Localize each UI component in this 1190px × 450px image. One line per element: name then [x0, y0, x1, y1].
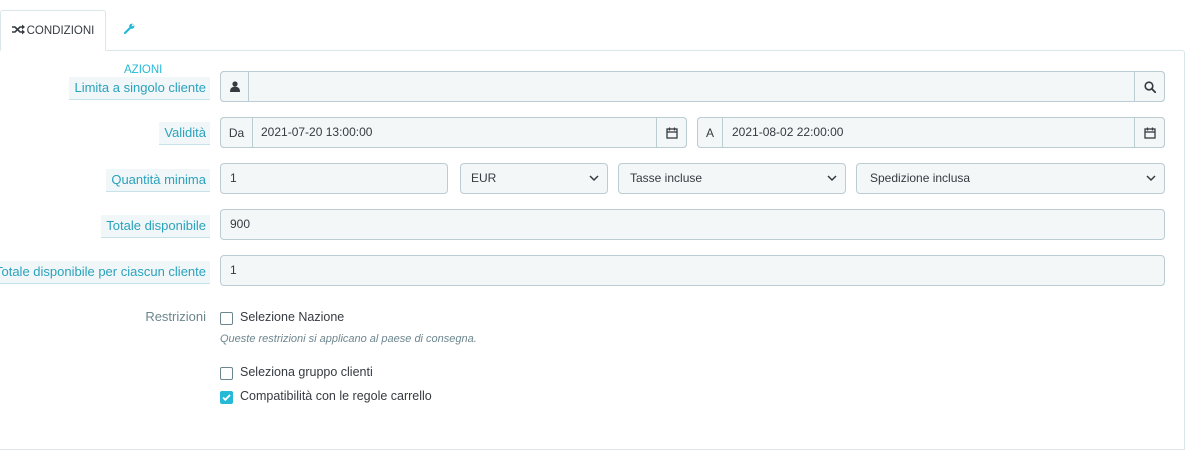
chevron-down-icon — [589, 175, 599, 182]
customer-search-group — [220, 71, 1165, 102]
total-available-label: Totale disponibile — [101, 215, 210, 238]
total-available-input[interactable]: 900 — [220, 209, 1165, 240]
date-to-field[interactable]: A 2021-08-02 22:00:00 — [697, 117, 1165, 148]
search-button[interactable] — [1134, 71, 1165, 102]
total-available-value: 900 — [230, 217, 251, 231]
customer-search-input[interactable] — [251, 72, 1143, 101]
shipping-select[interactable]: Spedizione inclusa — [856, 163, 1165, 194]
single-customer-label: Limita a singolo cliente — [69, 77, 210, 100]
date-to-value: 2021-08-02 22:00:00 — [732, 125, 844, 139]
min-amount-label: Quantità minima — [106, 169, 210, 192]
per-customer-input[interactable]: 1 — [220, 255, 1165, 286]
country-restriction-checkbox[interactable] — [220, 312, 233, 325]
user-icon — [220, 71, 249, 102]
checkmark-icon — [222, 394, 231, 402]
country-restriction-hint: Queste restrizioni si applicano al paese… — [220, 333, 477, 345]
currency-select[interactable]: EUR — [460, 163, 608, 194]
date-to-prefix: A — [697, 117, 723, 148]
tax-select[interactable]: Tasse incluse — [618, 163, 846, 194]
currency-value: EUR — [471, 171, 497, 185]
search-icon — [1143, 80, 1156, 93]
cart-rule-compat-checkbox[interactable] — [220, 391, 233, 404]
validity-label: Validità — [159, 122, 210, 145]
restrictions-label: Restrizioni — [145, 309, 206, 324]
shuffle-icon — [11, 24, 25, 35]
date-from-prefix: Da — [220, 117, 253, 148]
wrench-icon — [123, 24, 135, 35]
per-customer-label: Totale disponibile per ciascun cliente — [0, 261, 210, 284]
date-from-field[interactable]: Da 2021-07-20 13:00:00 — [220, 117, 687, 148]
date-from-value: 2021-07-20 13:00:00 — [261, 125, 373, 139]
tab-conditions-label: CONDIZIONI — [26, 25, 95, 37]
conditions-panel — [0, 50, 1185, 450]
per-customer-value: 1 — [230, 263, 237, 277]
chevron-down-icon — [1146, 175, 1156, 182]
min-amount-value: 1 — [230, 171, 237, 185]
cart-rule-compat-label[interactable]: Compatibilità con le regole carrello — [240, 389, 432, 403]
chevron-down-icon — [827, 175, 837, 182]
customer-group-label[interactable]: Seleziona gruppo clienti — [240, 365, 373, 379]
customer-group-checkbox[interactable] — [220, 367, 233, 380]
tab-actions[interactable]: AZIONI — [123, 10, 162, 76]
tax-value: Tasse incluse — [630, 171, 703, 185]
tab-conditions[interactable]: CONDIZIONI — [0, 10, 106, 51]
country-restriction-label[interactable]: Selezione Nazione — [240, 310, 344, 324]
shipping-value: Spedizione inclusa — [870, 171, 971, 185]
calendar-icon[interactable] — [1134, 117, 1165, 148]
calendar-icon[interactable] — [656, 117, 687, 148]
min-amount-input[interactable]: 1 — [220, 163, 448, 194]
